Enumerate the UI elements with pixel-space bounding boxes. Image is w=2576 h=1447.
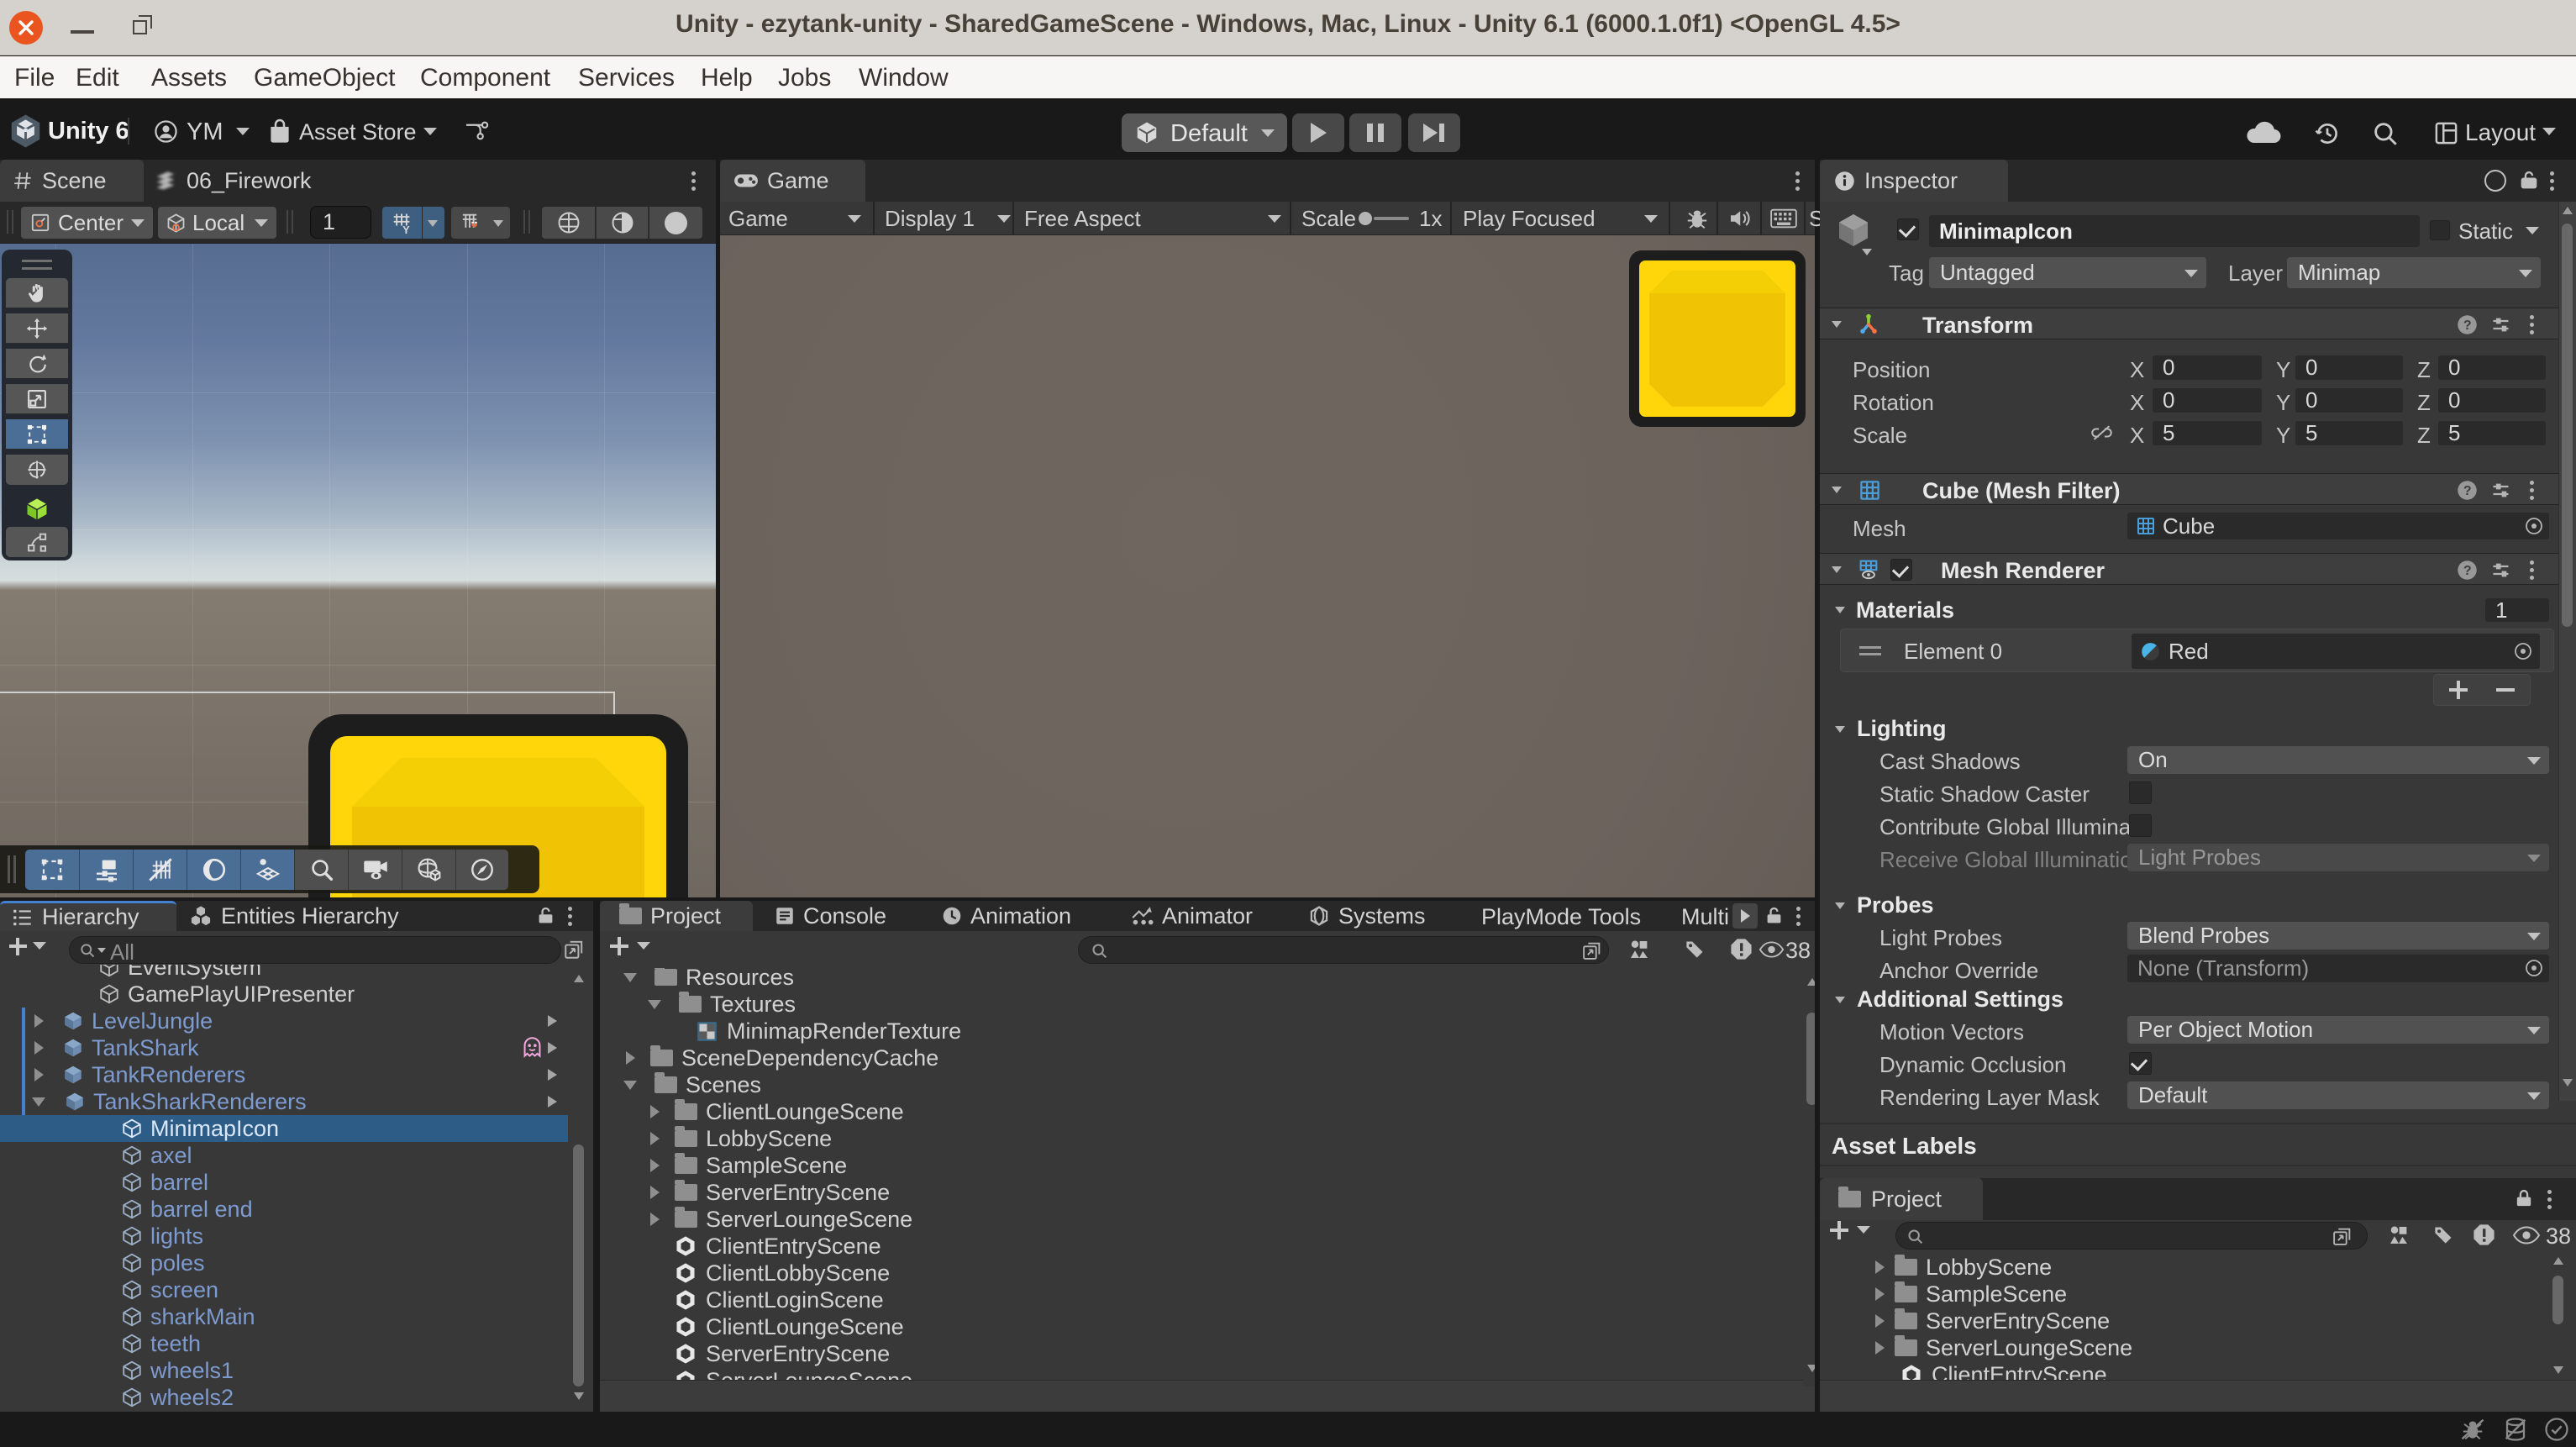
- svg-text:?: ?: [2463, 564, 2472, 578]
- svg-text:Y: Y: [402, 224, 410, 234]
- svg-text:?: ?: [2463, 318, 2472, 333]
- svg-text:?: ?: [2463, 484, 2472, 498]
